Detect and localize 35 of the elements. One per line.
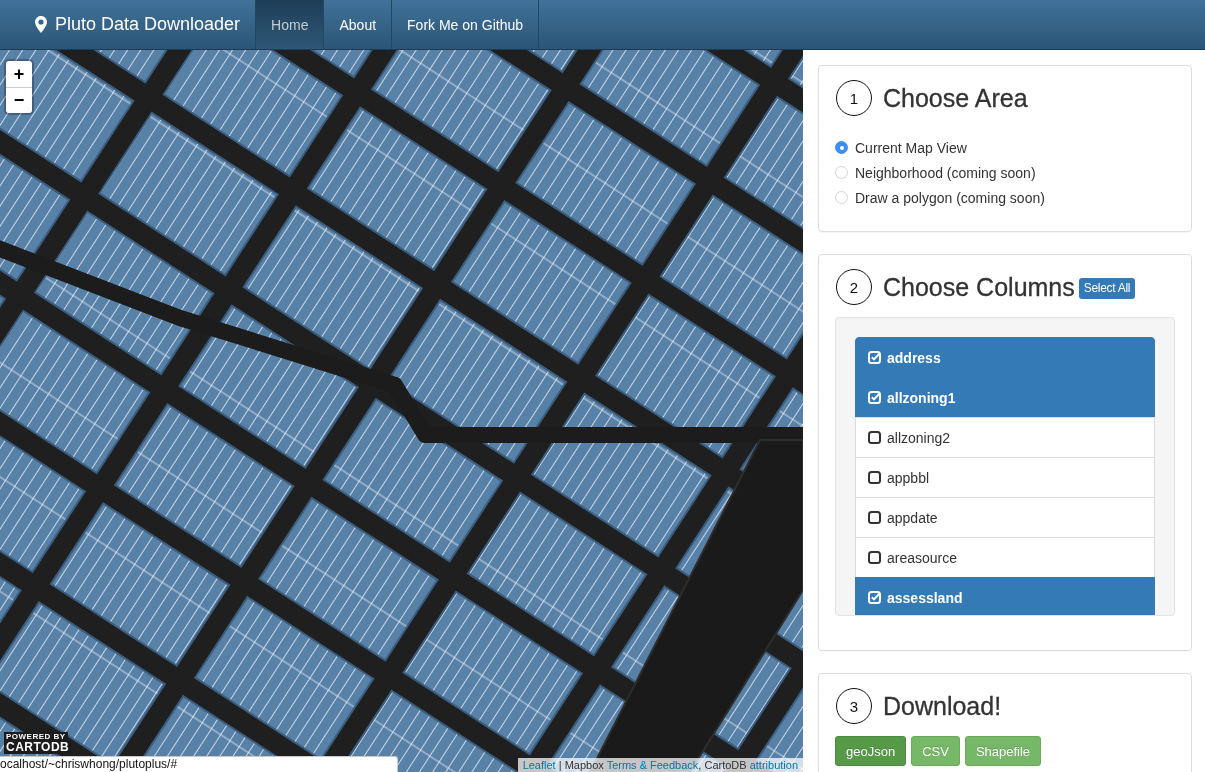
radio-label[interactable]: Current Map View [855, 139, 967, 156]
checkbox-icon[interactable] [868, 511, 881, 524]
column-name[interactable]: appbbl [887, 469, 930, 486]
checkbox-icon[interactable] [868, 551, 881, 564]
logo-tagline: POWERED BY [4, 732, 68, 741]
attribution-link[interactable]: attribution [749, 759, 798, 771]
checked-checkbox-icon[interactable] [868, 591, 881, 604]
logo-wordmark: CARTODB [4, 741, 72, 754]
radio-button[interactable] [835, 141, 848, 154]
column-name[interactable]: address [887, 349, 941, 366]
section-title: Choose Area [883, 83, 1028, 113]
nav-link[interactable]: Home [255, 0, 325, 49]
brand-title[interactable]: Pluto Data Downloader [55, 14, 241, 35]
nav-link[interactable]: About [324, 0, 393, 49]
zoom-out-button[interactable]: − [6, 87, 32, 113]
checkbox-icon[interactable] [868, 471, 881, 484]
status-bar-url: ocalhost/~chriswhong/plutoplus/# [0, 756, 398, 772]
section-title: Choose Columns [883, 272, 1075, 302]
map-attribution: Leaflet | Mapbox Terms & Feedback, CartoDB attribution [517, 758, 803, 772]
nav-link[interactable]: Fork Me on Github [392, 0, 539, 49]
select-all-button[interactable]: Select All [1078, 277, 1136, 299]
radio-label[interactable]: Draw a polygon (coming soon) [855, 189, 1045, 206]
column-name[interactable]: assessland [887, 589, 963, 606]
checkbox-icon[interactable] [868, 431, 881, 444]
checked-checkbox-icon[interactable] [868, 351, 881, 364]
download-button[interactable]: geoJson [835, 736, 907, 766]
column-name[interactable]: areasource [887, 549, 958, 566]
checked-checkbox-icon[interactable] [868, 391, 881, 404]
radio-label[interactable]: Neighborhood (coming soon) [855, 164, 1036, 181]
map-marker-icon [35, 16, 47, 33]
section-title: Download! [883, 691, 1002, 721]
zoom-in-button[interactable]: + [6, 61, 32, 87]
column-name[interactable]: appdate [887, 509, 938, 526]
column-name[interactable]: allzoning2 [887, 429, 951, 446]
column-name[interactable]: allzoning1 [887, 389, 956, 406]
